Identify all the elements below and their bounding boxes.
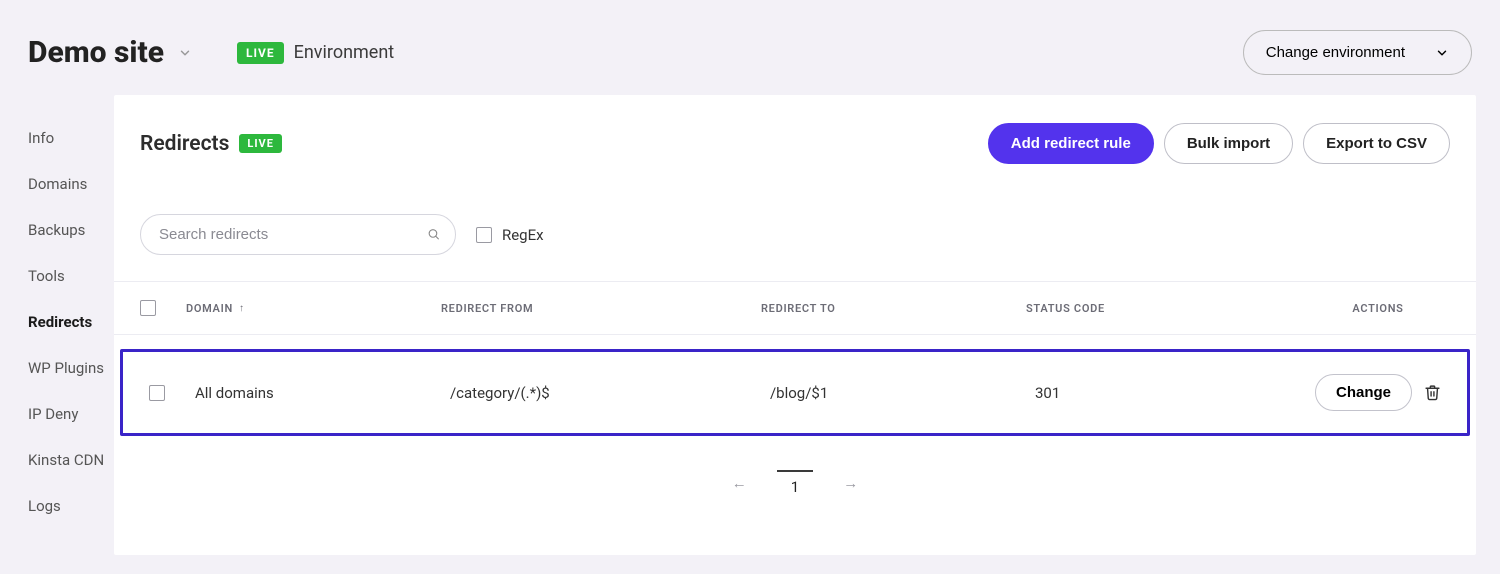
page-number: 1 — [777, 470, 813, 496]
select-all-checkbox[interactable] — [140, 300, 156, 316]
cell-to: /blog/$1 — [770, 384, 1035, 402]
sidebar-item-kinsta-cdn[interactable]: Kinsta CDN — [28, 437, 114, 483]
search-icon — [427, 225, 440, 244]
col-select-all — [140, 300, 186, 316]
pagination: ← 1 → — [114, 436, 1476, 506]
col-header-from[interactable]: REDIRECT FROM — [441, 302, 761, 315]
filter-row: RegEx — [114, 174, 1476, 281]
site-switcher-chevron-icon[interactable] — [178, 46, 192, 60]
cell-from: /category/(.*)$ — [450, 384, 770, 402]
sidebar-item-info[interactable]: Info — [28, 115, 114, 161]
change-button[interactable]: Change — [1315, 374, 1412, 411]
sidebar-item-redirects[interactable]: Redirects — [28, 299, 114, 345]
regex-checkbox[interactable] — [476, 227, 492, 243]
page-live-badge: LIVE — [239, 134, 282, 153]
sidebar-item-tools[interactable]: Tools — [28, 253, 114, 299]
add-redirect-button[interactable]: Add redirect rule — [988, 123, 1154, 164]
env-live-badge: LIVE — [237, 42, 284, 64]
col-header-domain[interactable]: DOMAIN ↑ — [186, 302, 441, 315]
change-env-button[interactable]: Change environment — [1243, 30, 1472, 75]
site-title: Demo site — [28, 35, 164, 70]
sidebar-item-ip-deny[interactable]: IP Deny — [28, 391, 114, 437]
sidebar-item-wp-plugins[interactable]: WP Plugins — [28, 345, 114, 391]
col-header-to[interactable]: REDIRECT TO — [761, 302, 1026, 315]
chevron-down-icon — [1435, 46, 1449, 60]
cell-status: 301 — [1035, 384, 1315, 402]
page-header: Redirects LIVE Add redirect rule Bulk im… — [114, 95, 1476, 174]
sort-asc-icon: ↑ — [239, 303, 245, 314]
env-label: Environment — [294, 42, 395, 63]
table-row: All domains/category/(.*)$/blog/$1301Cha… — [120, 349, 1470, 436]
col-header-actions: ACTIONS — [1306, 302, 1450, 315]
table-header-row: DOMAIN ↑ REDIRECT FROM REDIRECT TO STATU… — [114, 281, 1476, 335]
delete-icon[interactable] — [1424, 384, 1441, 401]
page-title: Redirects — [140, 132, 229, 156]
col-header-domain-label: DOMAIN — [186, 302, 233, 315]
row-checkbox[interactable] — [149, 385, 165, 401]
next-page-icon[interactable]: → — [843, 474, 858, 492]
bulk-import-button[interactable]: Bulk import — [1164, 123, 1293, 164]
cell-domain: All domains — [195, 384, 450, 402]
regex-toggle[interactable]: RegEx — [476, 226, 544, 244]
col-header-status[interactable]: STATUS CODE — [1026, 302, 1306, 315]
sidebar-item-logs[interactable]: Logs — [28, 483, 114, 529]
export-csv-button[interactable]: Export to CSV — [1303, 123, 1450, 164]
app-header: Demo site LIVE Environment Change enviro… — [0, 0, 1500, 95]
change-env-label: Change environment — [1266, 44, 1405, 61]
search-wrap — [140, 214, 456, 255]
prev-page-icon[interactable]: ← — [732, 474, 747, 492]
sidebar-item-backups[interactable]: Backups — [28, 207, 114, 253]
search-input[interactable] — [140, 214, 456, 255]
regex-label: RegEx — [502, 226, 544, 244]
sidebar: InfoDomainsBackupsToolsRedirectsWP Plugi… — [0, 95, 114, 555]
main-panel: Redirects LIVE Add redirect rule Bulk im… — [114, 95, 1476, 555]
sidebar-item-domains[interactable]: Domains — [28, 161, 114, 207]
